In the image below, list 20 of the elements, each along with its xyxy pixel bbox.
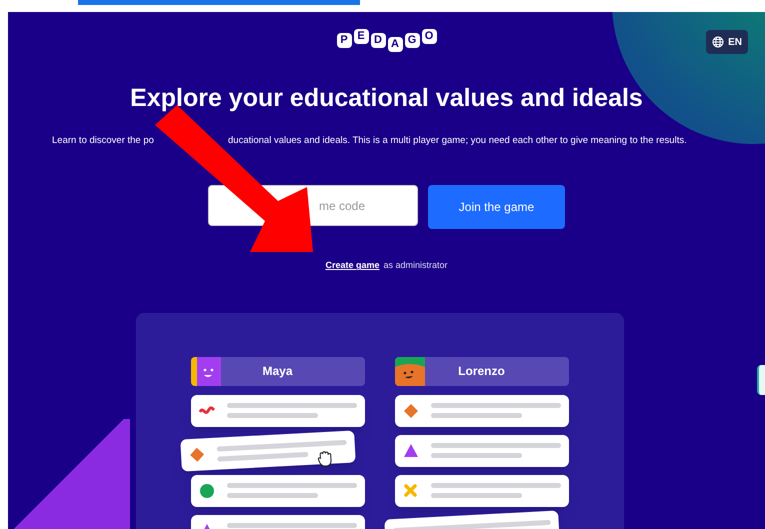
logo-letter: E [354, 29, 368, 44]
avatar-icon [394, 356, 424, 386]
create-game-link[interactable]: Create game [325, 259, 380, 273]
player-name: Maya [261, 363, 294, 380]
logo-letter: G [404, 33, 420, 48]
globe-icon [712, 36, 724, 48]
subtitle-text: Learn to discover the po [52, 135, 154, 146]
logo-letter: P [336, 33, 352, 48]
page-title: Explore your educational values and ideals [130, 86, 643, 111]
administrator-text: as administrator [384, 259, 448, 272]
language-button[interactable]: EN [706, 30, 748, 54]
subtitle-text: ducational values and ideals. This is a multi player game; you need each other to give meaning to the results. [228, 134, 687, 148]
join-game-button[interactable]: Join the game [428, 185, 565, 230]
logo-letter: D [370, 33, 386, 48]
side-widget [757, 365, 765, 395]
logo-letter: O [422, 29, 436, 44]
hand-cursor-icon [316, 449, 334, 468]
avatar-icon [190, 356, 220, 386]
player-name: Lorenzo [457, 363, 506, 380]
logo-letter: A [388, 37, 402, 52]
